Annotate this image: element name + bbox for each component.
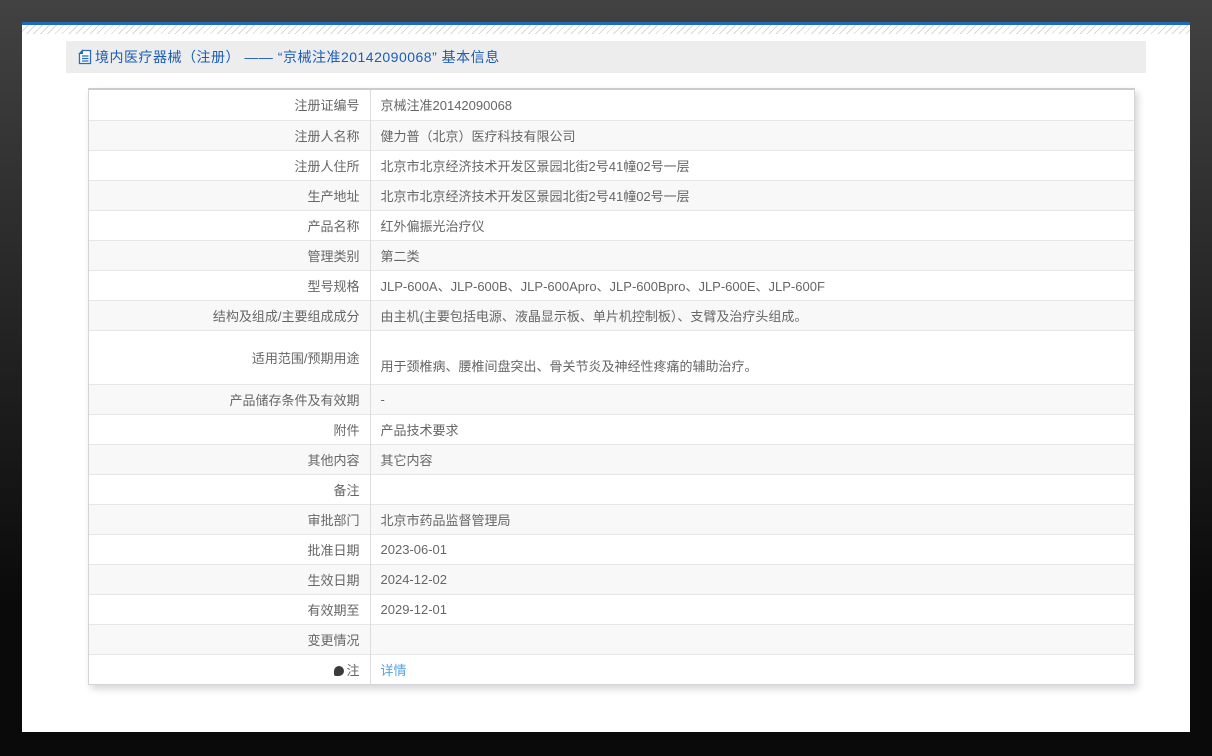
section-header: 境内医疗器械（注册） —— “京械注准20142090068” 基本信息 [66, 41, 1146, 73]
row-label-text: 产品名称 [307, 218, 360, 234]
row-label: 结构及组成/主要组成成分 [89, 300, 371, 330]
row-value: 红外偏振光治疗仪 [380, 218, 485, 234]
row-label: 注 [89, 654, 371, 684]
info-table-body: 注册证编号 京械注准20142090068 注册人名称 健力普（北京）医疗科技有限公司… [89, 90, 1134, 684]
table-row: 审批部门 北京市药品监督管理局 [89, 504, 1134, 534]
row-label: 其他内容 [89, 444, 371, 474]
table-row: 注册人住所 北京市北京经济技术开发区景园北街2号41幢02号一层 [89, 150, 1134, 180]
table-row: 注 详情 [89, 654, 1134, 684]
row-label-text: 注册人名称 [294, 128, 360, 144]
row-label: 备注 [89, 474, 371, 504]
content-container: 境内医疗器械（注册） —— “京械注准20142090068” 基本信息 注册证… [66, 41, 1146, 685]
row-label: 产品名称 [89, 210, 371, 240]
row-label-text: 注册人住所 [294, 158, 360, 174]
row-label: 适用范围/预期用途 [89, 330, 371, 384]
row-label: 管理类别 [89, 240, 371, 270]
table-row: 型号规格 JLP-600A、JLP-600B、JLP-600Apro、JLP-60… [89, 270, 1134, 300]
table-row: 有效期至 2029-12-01 [89, 594, 1134, 624]
row-label-text: 型号规格 [307, 278, 360, 294]
table-row: 备注 [89, 474, 1134, 504]
table-row: 变更情况 [89, 624, 1134, 654]
row-value: 用于颈椎病、腰椎间盘突出、骨关节炎及神经性疼痛的辅助治疗。 [380, 358, 758, 374]
row-label-text: 其他内容 [307, 452, 360, 468]
note-balloon-icon [334, 665, 345, 676]
detail-link[interactable]: 详情 [381, 663, 407, 678]
row-value [370, 624, 1134, 654]
row-value: 产品技术要求 [380, 422, 459, 438]
row-value [370, 474, 1134, 504]
row-label: 生产地址 [89, 180, 371, 210]
table-row: 结构及组成/主要组成成分 由主机(主要包括电源、液晶显示板、单片机控制板）、支臂及… [89, 300, 1134, 330]
row-value: 其它内容 [380, 452, 433, 468]
row-label-text: 产品储存条件及有效期 [229, 392, 360, 408]
row-label-text: 变更情况 [307, 632, 360, 648]
document-icon [78, 49, 92, 65]
table-row: 产品名称 红外偏振光治疗仪 [89, 210, 1134, 240]
row-value: 第二类 [380, 248, 420, 264]
table-row: 生效日期 2024-12-02 [89, 564, 1134, 594]
row-value: 北京市药品监督管理局 [380, 512, 511, 528]
table-row: 生产地址 北京市北京经济技术开发区景园北街2号41幢02号一层 [89, 180, 1134, 210]
row-value: 北京市北京经济技术开发区景园北街2号41幢02号一层 [380, 188, 690, 204]
row-label-text: 生产地址 [307, 188, 360, 204]
row-label: 审批部门 [89, 504, 371, 534]
table-row: 产品储存条件及有效期 - [89, 384, 1134, 414]
table-row: 适用范围/预期用途用于颈椎病、腰椎间盘突出、骨关节炎及神经性疼痛的辅助治疗。 [89, 330, 1134, 384]
row-label-text: 审批部门 [307, 512, 360, 528]
row-value: - [380, 391, 385, 407]
row-label-text: 注册证编号 [294, 98, 360, 114]
page-panel: 境内医疗器械（注册） —— “京械注准20142090068” 基本信息 注册证… [22, 22, 1190, 732]
row-label: 有效期至 [89, 594, 371, 624]
row-label: 变更情况 [89, 624, 371, 654]
row-value: 北京市北京经济技术开发区景园北街2号41幢02号一层 [380, 158, 690, 174]
info-table: 注册证编号 京械注准20142090068 注册人名称 健力普（北京）医疗科技有限公司… [89, 90, 1134, 684]
row-label-text: 结构及组成/主要组成成分 [212, 308, 360, 324]
row-label: 注册人名称 [89, 120, 371, 150]
row-label-text: 附件 [333, 422, 360, 438]
row-label-text: 管理类别 [307, 248, 360, 264]
row-label: 生效日期 [89, 564, 371, 594]
table-row: 附件 产品技术要求 [89, 414, 1134, 444]
row-label: 产品储存条件及有效期 [89, 384, 371, 414]
row-value: 2023-06-01 [380, 541, 448, 557]
row-label: 附件 [89, 414, 371, 444]
hatch-decoration [22, 25, 1190, 34]
table-row: 其他内容 其它内容 [89, 444, 1134, 474]
row-label: 注册证编号 [89, 90, 371, 120]
row-value: JLP-600A、JLP-600B、JLP-600Apro、JLP-600Bpr… [380, 278, 825, 294]
row-label: 型号规格 [89, 270, 371, 300]
row-value: 详情 [370, 654, 1134, 684]
info-card: 注册证编号 京械注准20142090068 注册人名称 健力普（北京）医疗科技有限公司… [88, 88, 1135, 685]
row-value: 由主机(主要包括电源、液晶显示板、单片机控制板）、支臂及治疗头组成。 [380, 308, 808, 324]
row-value: 京械注准20142090068 [380, 98, 513, 114]
row-label-text: 适用范围/预期用途 [251, 350, 360, 366]
row-label-text: 有效期至 [307, 602, 360, 618]
row-label: 注册人住所 [89, 150, 371, 180]
row-value: 健力普（北京）医疗科技有限公司 [380, 128, 576, 144]
page-title: 境内医疗器械（注册） —— “京械注准20142090068” 基本信息 [95, 49, 500, 65]
row-label: 批准日期 [89, 534, 371, 564]
row-label-text: 批准日期 [307, 542, 360, 558]
row-label-text: 生效日期 [307, 572, 360, 588]
table-row: 注册证编号 京械注准20142090068 [89, 90, 1134, 120]
row-value: 2024-12-02 [380, 571, 448, 587]
table-row: 注册人名称 健力普（北京）医疗科技有限公司 [89, 120, 1134, 150]
row-label-text: 备注 [333, 482, 360, 498]
table-row: 批准日期 2023-06-01 [89, 534, 1134, 564]
table-row: 管理类别 第二类 [89, 240, 1134, 270]
row-label-text: 注 [346, 662, 360, 678]
row-value: 2029-12-01 [380, 601, 448, 617]
